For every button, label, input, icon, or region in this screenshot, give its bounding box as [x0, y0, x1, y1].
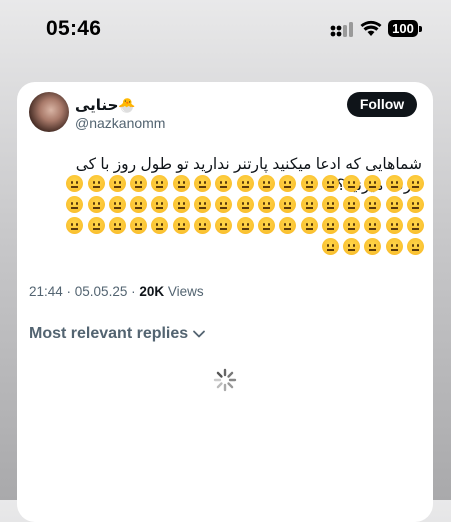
author-name-row[interactable]: حنایی 🐣	[75, 96, 138, 115]
neutral-face-emoji	[321, 217, 339, 234]
neutral-face-emoji	[108, 175, 126, 192]
neutral-face-emoji	[300, 196, 318, 213]
neutral-face-emoji	[130, 196, 148, 213]
neutral-face-emoji	[257, 175, 275, 192]
neutral-face-emoji	[87, 175, 105, 192]
neutral-face-emoji	[194, 196, 212, 213]
neutral-face-emoji	[407, 175, 424, 192]
status-time: 05:46	[46, 17, 102, 40]
neutral-face-emoji	[343, 217, 361, 234]
neutral-face-emoji	[215, 217, 233, 234]
neutral-face-emoji	[343, 175, 361, 192]
views-count: 20K	[139, 284, 165, 299]
neutral-face-emoji	[66, 217, 84, 234]
neutral-face-emoji	[66, 196, 84, 213]
neutral-face-emoji	[321, 238, 339, 255]
neutral-face-emoji	[66, 175, 84, 192]
neutral-face-emoji	[257, 196, 275, 213]
neutral-face-emoji	[151, 175, 169, 192]
neutral-face-emoji	[172, 175, 190, 192]
neutral-face-emoji	[151, 217, 169, 234]
tweet-timestamp[interactable]: 21:44 · 05.05.25 ·	[29, 284, 139, 299]
wifi-icon	[360, 20, 382, 36]
neutral-face-emoji	[215, 175, 233, 192]
neutral-face-emoji	[130, 175, 148, 192]
neutral-face-emoji	[385, 238, 403, 255]
battery-tip	[419, 26, 422, 32]
status-bar: 05:46 100	[0, 0, 451, 60]
neutral-face-emoji	[108, 217, 126, 234]
neutral-face-emoji	[279, 196, 297, 213]
neutral-face-emoji	[172, 196, 190, 213]
neutral-face-emoji	[343, 196, 361, 213]
neutral-face-emoji	[300, 175, 318, 192]
neutral-face-emoji	[194, 175, 212, 192]
neutral-face-emoji	[364, 196, 382, 213]
user-handle[interactable]: @nazkanomm	[75, 115, 165, 131]
chevron-down-icon	[193, 330, 206, 338]
tweet-meta: 21:44 · 05.05.25 · 20K Views	[29, 284, 204, 299]
tweet-card: حنایی 🐣 @nazkanomm Follow شماهایی که ادع…	[17, 82, 433, 522]
neutral-face-emoji	[151, 196, 169, 213]
neutral-face-emoji	[321, 196, 339, 213]
emoji-grid	[42, 175, 424, 255]
neutral-face-emoji	[321, 175, 339, 192]
neutral-face-emoji	[130, 217, 148, 234]
neutral-face-emoji	[407, 196, 424, 213]
display-name: حنایی	[75, 97, 119, 114]
neutral-face-emoji	[108, 196, 126, 213]
neutral-face-emoji	[279, 175, 297, 192]
neutral-face-emoji	[257, 217, 275, 234]
neutral-face-emoji	[236, 175, 254, 192]
neutral-face-emoji	[236, 196, 254, 213]
neutral-face-emoji	[364, 238, 382, 255]
cellular-signal-icon	[330, 22, 353, 37]
neutral-face-emoji	[300, 217, 318, 234]
replies-sort-dropdown[interactable]: Most relevant replies	[29, 325, 206, 343]
neutral-face-emoji	[407, 217, 424, 234]
neutral-face-emoji	[194, 217, 212, 234]
battery-icon: 100	[388, 20, 418, 37]
neutral-face-emoji	[364, 217, 382, 234]
neutral-face-emoji	[87, 217, 105, 234]
neutral-face-emoji	[279, 217, 297, 234]
neutral-face-emoji	[385, 217, 403, 234]
chick-icon: 🐣	[118, 96, 136, 113]
neutral-face-emoji	[407, 238, 424, 255]
replies-sort-label: Most relevant replies	[29, 325, 189, 342]
avatar[interactable]	[29, 92, 69, 132]
views-label: Views	[164, 284, 204, 299]
neutral-face-emoji	[343, 238, 361, 255]
neutral-face-emoji	[364, 175, 382, 192]
neutral-face-emoji	[236, 217, 254, 234]
neutral-face-emoji	[385, 175, 403, 192]
loading-spinner-icon	[213, 368, 237, 392]
neutral-face-emoji	[385, 196, 403, 213]
neutral-face-emoji	[172, 217, 190, 234]
neutral-face-emoji	[87, 196, 105, 213]
follow-button[interactable]: Follow	[347, 92, 417, 117]
neutral-face-emoji	[215, 196, 233, 213]
